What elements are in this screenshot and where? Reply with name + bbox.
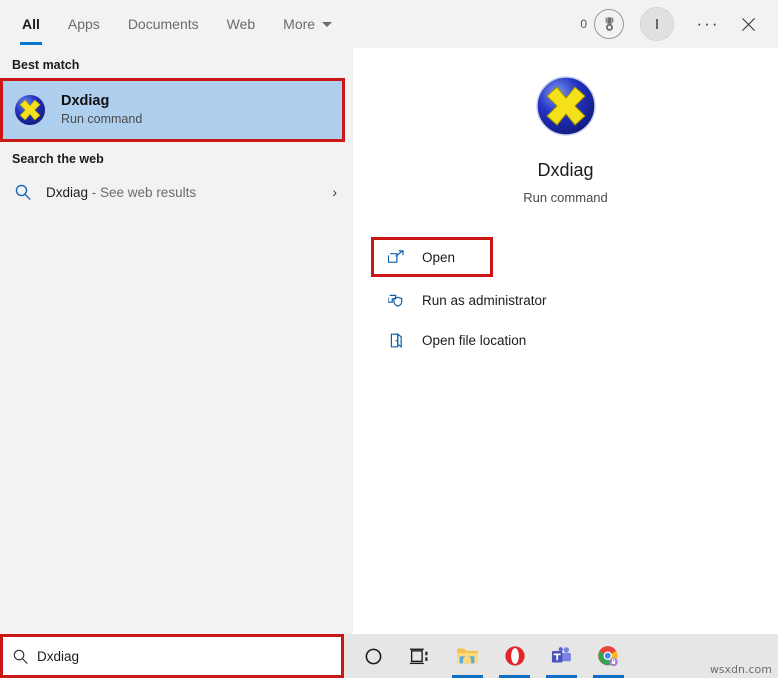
dxdiag-icon [14, 94, 46, 126]
search-results-panel: Best match Dxdiag Run command Search the… [0, 48, 353, 634]
web-result-label: Dxdiag - See web results [46, 185, 332, 200]
web-result-suffix: - See web results [88, 184, 197, 200]
preview-app-subtitle: Run command [523, 190, 608, 205]
cortana-icon[interactable] [350, 634, 397, 678]
medal-icon[interactable] [594, 9, 624, 39]
search-icon [3, 648, 37, 665]
tab-apps[interactable]: Apps [54, 0, 114, 48]
rewards-count: 0 [580, 17, 587, 31]
file-explorer-icon[interactable] [444, 634, 491, 678]
windows-search-overlay: All Apps Documents Web More 0 I ··· Best… [0, 0, 778, 678]
web-result-query: Dxdiag [46, 184, 89, 200]
more-options-button[interactable]: ··· [690, 5, 726, 43]
search-filter-tabbar: All Apps Documents Web More 0 I ··· [0, 0, 778, 48]
web-result-row[interactable]: Dxdiag - See web results › [0, 172, 353, 212]
tab-more-label: More [283, 16, 316, 32]
action-open-label: Open [422, 249, 456, 265]
best-match-highlight-box: Dxdiag Run command [0, 78, 345, 142]
search-icon [12, 183, 34, 201]
best-match-result-dxdiag[interactable]: Dxdiag Run command [3, 81, 342, 139]
avatar[interactable]: I [640, 7, 674, 41]
tab-more[interactable]: More [269, 0, 346, 48]
app-actions-list: Open Run as administrator Open file loca… [353, 237, 778, 357]
best-match-heading: Best match [12, 58, 80, 72]
chevron-right-icon[interactable]: › [332, 184, 341, 200]
avatar-initial: I [654, 15, 660, 33]
more-options-label: ··· [696, 14, 720, 33]
app-preview-panel: Dxdiag Run command Open Run as administr… [353, 48, 778, 634]
close-icon [741, 17, 755, 31]
google-chrome-icon[interactable] [585, 634, 632, 678]
best-match-title: Dxdiag [61, 93, 110, 110]
taskbar-icons [350, 634, 632, 678]
tab-documents[interactable]: Documents [114, 0, 213, 48]
taskbar: Dxdiag wsxdn.com [0, 634, 778, 678]
tab-list: All Apps Documents Web More [0, 0, 346, 48]
tab-apps-label: Apps [67, 16, 100, 32]
search-input[interactable]: Dxdiag [0, 634, 344, 678]
action-run-as-administrator[interactable]: Run as administrator [371, 283, 778, 317]
opera-icon[interactable] [491, 634, 538, 678]
preview-app-name: Dxdiag [537, 160, 594, 180]
best-match-subtitle: Run command [61, 112, 143, 127]
tab-web[interactable]: Web [213, 0, 270, 48]
search-web-heading: Search the web [12, 152, 104, 166]
open-external-icon [384, 249, 408, 266]
search-input-value: Dxdiag [37, 648, 80, 664]
action-open-file-location-label: Open file location [422, 332, 527, 348]
action-open[interactable]: Open [371, 237, 493, 277]
task-view-icon[interactable] [397, 634, 444, 678]
watermark: wsxdn.com [709, 663, 772, 676]
action-run-as-administrator-label: Run as administrator [422, 292, 547, 308]
preview-header: Dxdiag Run command [353, 48, 778, 205]
close-button[interactable] [728, 5, 768, 43]
tab-web-label: Web [226, 16, 256, 32]
dxdiag-icon [535, 76, 596, 136]
tab-all[interactable]: All [8, 0, 54, 48]
action-open-file-location[interactable]: Open file location [371, 323, 778, 357]
open-folder-icon [384, 332, 408, 349]
header-actions: 0 I ··· [580, 0, 778, 48]
microsoft-teams-icon[interactable] [538, 634, 585, 678]
tab-all-label: All [22, 16, 40, 32]
shield-run-icon [384, 292, 408, 309]
chevron-down-icon [322, 21, 333, 27]
tab-documents-label: Documents [127, 16, 199, 32]
best-match-text: Dxdiag Run command [61, 92, 142, 128]
